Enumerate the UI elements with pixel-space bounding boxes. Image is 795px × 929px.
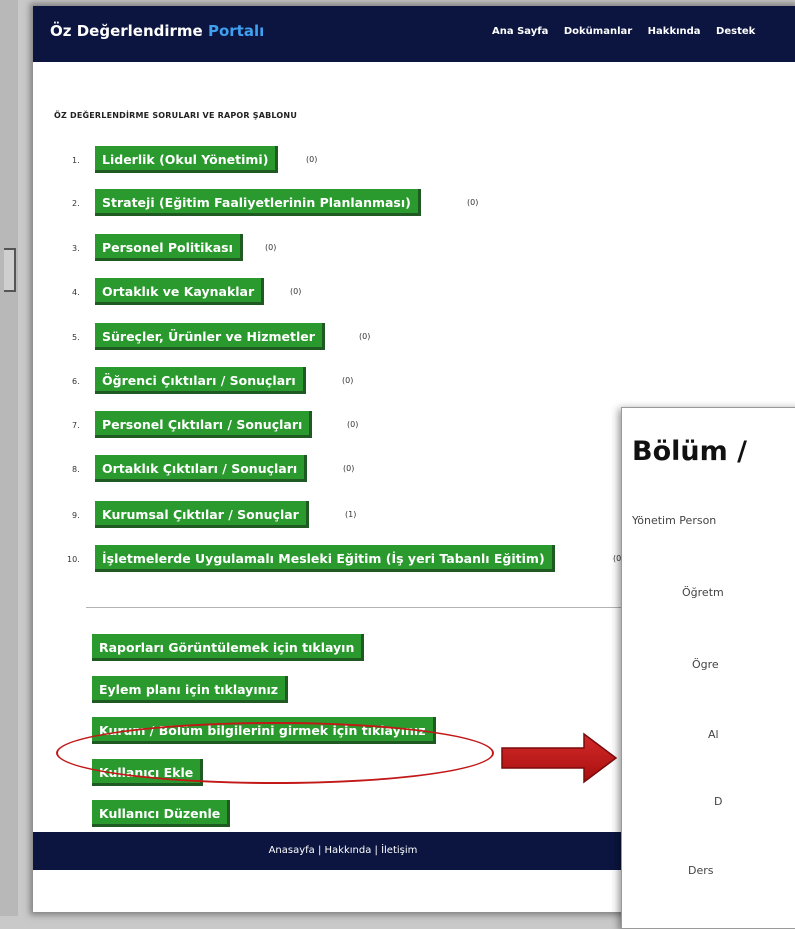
question-button-personel-ciktilari[interactable]: Personel Çıktıları / Sonuçları xyxy=(95,411,313,438)
question-number: 8. xyxy=(72,465,80,474)
panel-title: Bölüm / xyxy=(632,436,748,467)
question-button-strateji[interactable]: Strateji (Eğitim Faaliyetlerinin Planlan… xyxy=(95,189,421,216)
panel-label: Öğretm xyxy=(682,586,724,599)
nav-link-ana-sayfa[interactable]: Ana Sayfa xyxy=(492,26,548,37)
action-plan-button[interactable]: Eylem planı için tıklayınız xyxy=(92,676,289,703)
question-number: 5. xyxy=(72,333,80,342)
view-reports-button[interactable]: Raporları Görüntülemek için tıklayın xyxy=(92,634,365,661)
detail-panel: Bölüm / Yönetim Person Öğretm Ögre Al D … xyxy=(621,407,795,929)
question-number: 6. xyxy=(72,377,80,386)
question-button-ortaklik-kaynaklar[interactable]: Ortaklık ve Kaynaklar xyxy=(95,278,265,305)
question-number: 1. xyxy=(72,156,80,165)
page-footer: Anasayfa | Hakkında | İletişim xyxy=(33,832,653,870)
brand-accent: Portalı xyxy=(207,22,265,40)
question-count: (0) xyxy=(342,376,354,385)
question-count: (0) xyxy=(359,332,371,341)
edit-user-button[interactable]: Kullanıcı Düzenle xyxy=(92,800,231,827)
site-brand[interactable]: Öz Değerlendirme Portalı xyxy=(50,22,264,40)
question-number: 2. xyxy=(72,199,80,208)
question-button-ogrenci-ciktilari[interactable]: Öğrenci Çıktıları / Sonuçları xyxy=(95,367,306,394)
panel-label: Ders xyxy=(688,864,714,877)
question-number: 7. xyxy=(72,421,80,430)
question-count: (0) xyxy=(467,198,479,207)
question-button-ortaklik-ciktilari[interactable]: Ortaklık Çıktıları / Sonuçları xyxy=(95,455,308,482)
question-button-personel-politikasi[interactable]: Personel Politikası xyxy=(95,234,243,261)
question-button-isletmelerde-egitim[interactable]: İşletmelerde Uygulamalı Mesleki Eğitim (… xyxy=(95,545,555,572)
footer-links[interactable]: Anasayfa | Hakkında | İletişim xyxy=(269,845,418,856)
question-button-kurumsal-ciktilar[interactable]: Kurumsal Çıktılar / Sonuçlar xyxy=(95,501,309,528)
question-button-surecler[interactable]: Süreçler, Ürünler ve Hizmetler xyxy=(95,323,325,350)
question-number: 9. xyxy=(72,511,80,520)
nav-link-dokumanlar[interactable]: Dokümanlar xyxy=(564,26,632,37)
panel-label: Al xyxy=(708,728,719,741)
brand-main: Öz Değerlendirme xyxy=(50,22,203,40)
pointer-arrow-icon xyxy=(501,732,618,784)
panel-label: D xyxy=(714,795,723,808)
question-button-liderlik[interactable]: Liderlik (Okul Yönetimi) xyxy=(95,146,279,173)
nav-link-destek[interactable]: Destek xyxy=(716,26,755,37)
question-count: (1) xyxy=(345,510,357,519)
add-user-button[interactable]: Kullanıcı Ekle xyxy=(92,759,204,786)
background-strip xyxy=(0,0,18,916)
panel-label: Yönetim Person xyxy=(632,514,717,527)
nav-link-hakkinda[interactable]: Hakkında xyxy=(648,26,701,37)
question-count: (0) xyxy=(306,155,318,164)
question-count: (0) xyxy=(343,464,355,473)
top-navbar: Öz Değerlendirme Portalı Ana Sayfa Doküm… xyxy=(33,6,795,62)
question-number: 10. xyxy=(67,555,80,564)
panel-label: Ögre xyxy=(692,658,719,671)
background-window-edge xyxy=(4,248,16,292)
nav-links: Ana Sayfa Dokümanlar Hakkında Destek xyxy=(492,26,767,37)
section-title: ÖZ DEĞERLENDİRME SORULARI VE RAPOR ŞABLO… xyxy=(54,111,298,120)
institution-info-button[interactable]: Kurum / Bölüm bilgilerini girmek için tı… xyxy=(92,717,436,744)
question-number: 4. xyxy=(72,288,80,297)
question-count: (0) xyxy=(290,287,302,296)
question-count: (0) xyxy=(347,420,359,429)
question-count: (0) xyxy=(265,243,277,252)
section-divider xyxy=(86,607,651,608)
question-number: 3. xyxy=(72,244,80,253)
